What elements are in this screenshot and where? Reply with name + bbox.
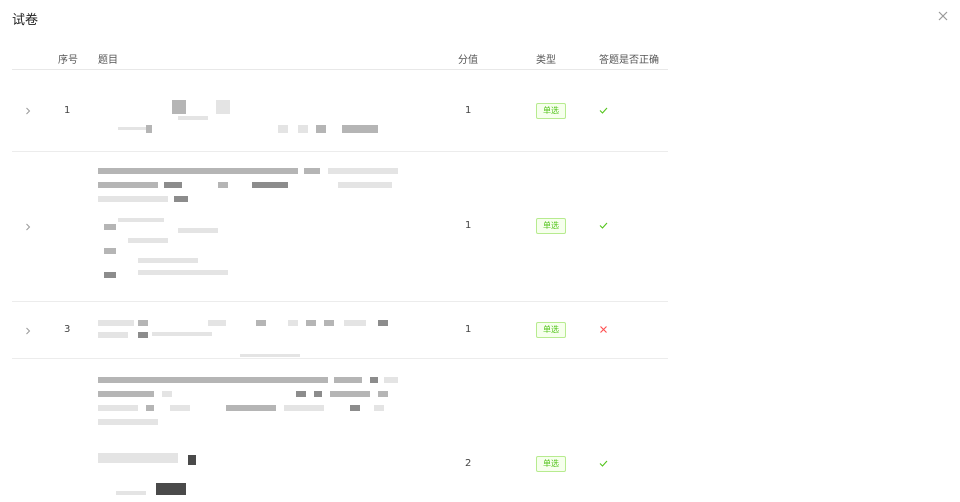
close-button[interactable] [935,8,951,24]
check-icon [599,107,608,114]
question-content [98,302,418,359]
question-content [98,71,418,152]
expand-row-button[interactable] [24,223,32,231]
row-index: 3 [64,324,71,335]
table-row[interactable]: 2 单选 [12,359,668,502]
table-row[interactable]: 3 1 单选 [12,302,668,359]
modal-title: 试卷 [12,13,39,28]
chevron-right-icon [26,107,31,115]
chevron-right-icon [26,223,31,231]
row-score: 2 [465,458,472,469]
expand-row-button[interactable] [24,327,32,335]
header-correct: 答题是否正确 [599,55,659,66]
row-score: 1 [465,324,472,335]
table-row[interactable]: 1 1 单选 [12,71,668,152]
wrong-mark [599,325,608,334]
row-score: 1 [465,105,472,116]
table-row[interactable]: 1 单选 [12,152,668,302]
header-score: 分值 [458,55,478,66]
type-tag: 单选 [536,322,566,338]
question-content [98,152,418,302]
modal-header: 试卷 [0,0,960,32]
table-header: 序号 题目 分值 类型 答题是否正确 [12,44,668,70]
expand-row-button[interactable] [24,107,32,115]
header-type: 类型 [536,55,556,66]
correct-mark [599,106,608,115]
check-icon [599,222,608,229]
correct-mark [599,221,608,230]
header-question: 题目 [98,55,118,66]
type-tag: 单选 [536,456,566,472]
exam-table: 序号 题目 分值 类型 答题是否正确 1 1 单选 1 单选 3 1 单选 2 … [12,44,668,495]
check-icon [599,460,608,467]
header-index: 序号 [58,55,78,66]
correct-mark [599,459,608,468]
row-index: 1 [64,105,71,116]
close-icon [938,11,948,21]
type-tag: 单选 [536,218,566,234]
row-score: 1 [465,220,472,231]
x-icon [600,326,607,333]
type-tag: 单选 [536,103,566,119]
question-content [98,359,418,502]
chevron-right-icon [26,327,31,335]
